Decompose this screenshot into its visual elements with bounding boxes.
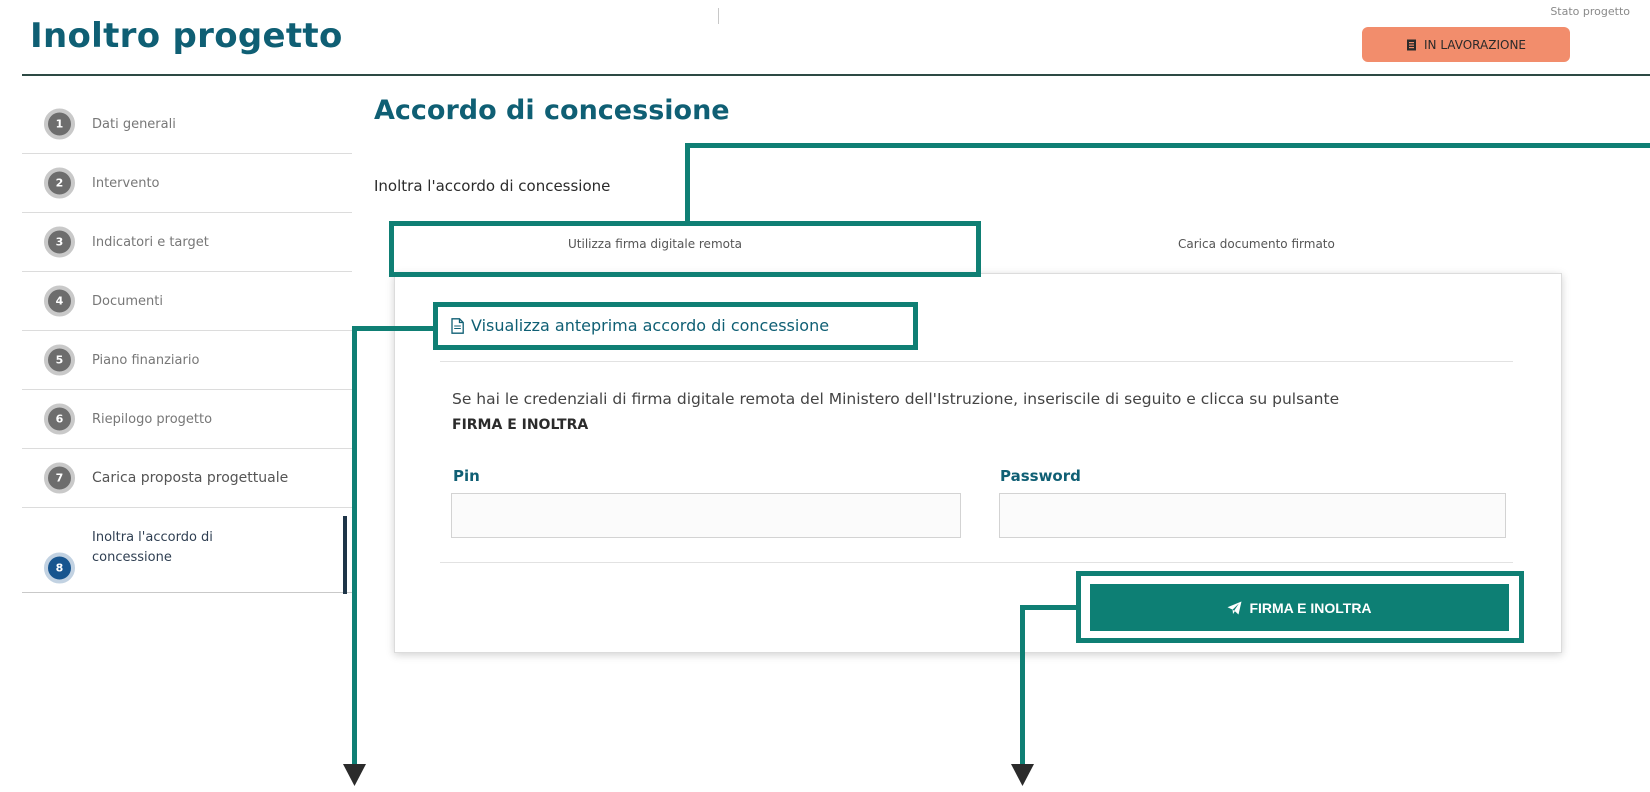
sidebar-item-dati-generali[interactable]: 1 Dati generali [22, 95, 352, 154]
pin-label: Pin [453, 467, 480, 485]
sidebar-item-piano-finanziario[interactable]: 5 Piano finanziario [22, 331, 352, 390]
status-caption: Stato progetto [1550, 5, 1630, 18]
sidebar-item-indicatori[interactable]: 3 Indicatori e target [22, 213, 352, 272]
sidebar-item-inoltra-accordo[interactable]: 8 Inoltra l'accordo di concessione [22, 508, 352, 594]
step-number-badge: 2 [44, 167, 75, 199]
password-input[interactable] [999, 493, 1506, 538]
step-sidebar: 1 Dati generali 2 Intervento 3 Indicator… [22, 95, 352, 594]
tab-carica-documento-firmato[interactable]: Carica documento firmato [1178, 237, 1335, 251]
page-title: Inoltro progetto [30, 16, 343, 56]
step-number-badge: 7 [44, 462, 75, 494]
instructions-body: Se hai le credenziali di firma digitale … [452, 390, 1340, 408]
sidebar-item-carica-proposta[interactable]: 7 Carica proposta progettuale [22, 449, 352, 508]
instructions-text: Se hai le credenziali di firma digitale … [452, 386, 1532, 438]
step-number-badge: 3 [44, 226, 75, 258]
step-number-badge: 8 [44, 552, 75, 584]
step-number-badge: 5 [44, 344, 75, 376]
connector-line [685, 143, 690, 223]
sidebar-item-label: Documenti [92, 293, 163, 309]
sidebar-item-intervento[interactable]: 2 Intervento [22, 154, 352, 213]
instructions-button-name: FIRMA E INOLTRA [452, 417, 589, 433]
password-label: Password [1000, 467, 1081, 485]
sidebar-item-label: Inoltra l'accordo di concessione [92, 530, 213, 565]
sidebar-item-label: Riepilogo progetto [92, 411, 213, 427]
sidebar-item-label: Piano finanziario [92, 352, 200, 368]
sidebar-item-riepilogo[interactable]: 6 Riepilogo progetto [22, 390, 352, 449]
header-divider [22, 74, 1650, 76]
pin-input[interactable] [451, 493, 961, 538]
step-number-badge: 4 [44, 285, 75, 317]
connector-line [1020, 605, 1078, 610]
connector-line [352, 326, 357, 768]
divider-tick [718, 8, 719, 24]
section-title: Accordo di concessione [374, 95, 730, 126]
status-badge-label: IN LAVORAZIONE [1424, 37, 1526, 52]
document-icon [1407, 39, 1416, 50]
arrow-down-icon [343, 764, 366, 786]
step-number-badge: 1 [44, 108, 75, 140]
sidebar-item-label: Carica proposta progettuale [92, 470, 289, 486]
highlight-box-sign-button [1076, 571, 1524, 643]
status-badge: IN LAVORAZIONE [1362, 27, 1570, 62]
sidebar-item-documenti[interactable]: 4 Documenti [22, 272, 352, 331]
connector-line [352, 326, 434, 331]
sub-title: Inoltra l'accordo di concessione [374, 177, 611, 195]
sidebar-item-label: Intervento [92, 175, 160, 191]
connector-line [685, 143, 1650, 148]
sidebar-item-label: Indicatori e target [92, 234, 209, 250]
step-number-badge: 6 [44, 403, 75, 435]
highlight-box-preview-link [433, 302, 918, 350]
sidebar-item-label: Dati generali [92, 116, 176, 132]
connector-line [1020, 605, 1025, 767]
divider [440, 361, 1513, 362]
active-step-indicator [343, 516, 347, 594]
arrow-down-icon [1011, 764, 1034, 786]
divider [440, 562, 1513, 563]
highlight-box-tab [389, 221, 981, 277]
